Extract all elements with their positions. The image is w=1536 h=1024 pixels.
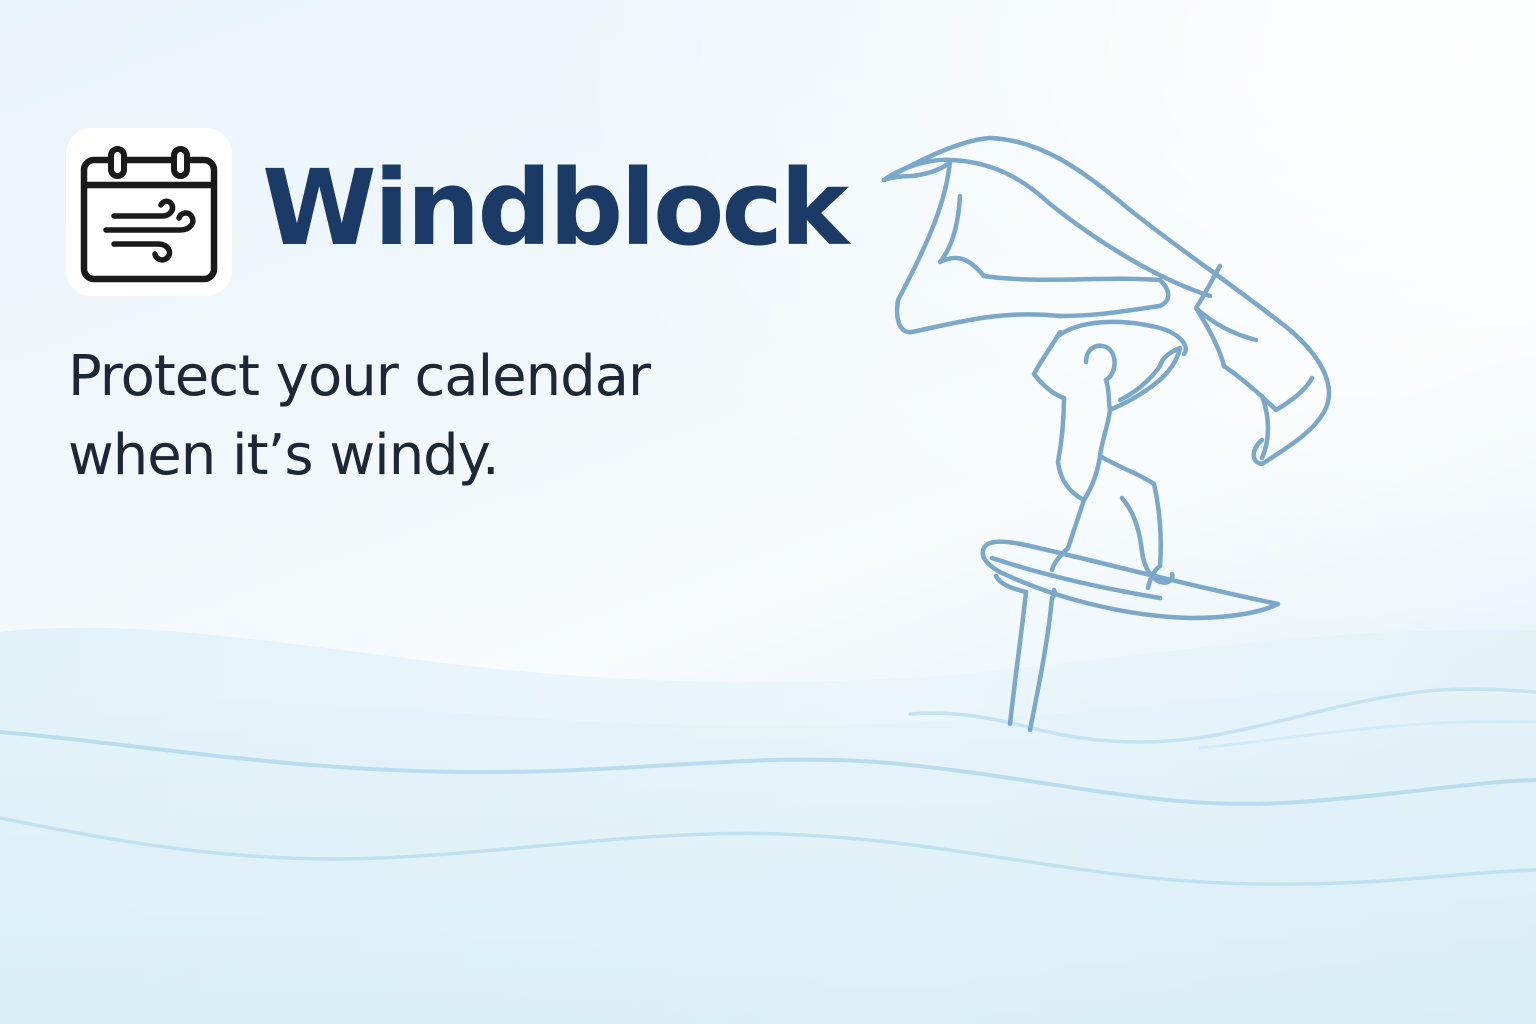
foil-board — [980, 539, 1281, 621]
wing-seam — [1193, 263, 1227, 369]
wing-boom — [1055, 319, 1188, 357]
wing-foiler-illustration — [881, 135, 1332, 733]
foil-mast — [1007, 589, 1055, 733]
wing-seam — [1221, 363, 1315, 413]
wing-seam — [894, 159, 1063, 335]
rider-back — [1103, 345, 1183, 413]
wing-seam — [1259, 393, 1271, 461]
rider-arms — [1031, 329, 1067, 401]
rider-torso — [1049, 395, 1087, 573]
rider-hip — [1097, 407, 1163, 591]
rider-leg — [1081, 453, 1103, 503]
rider-head — [1083, 343, 1117, 383]
wing-outline — [881, 135, 1332, 467]
